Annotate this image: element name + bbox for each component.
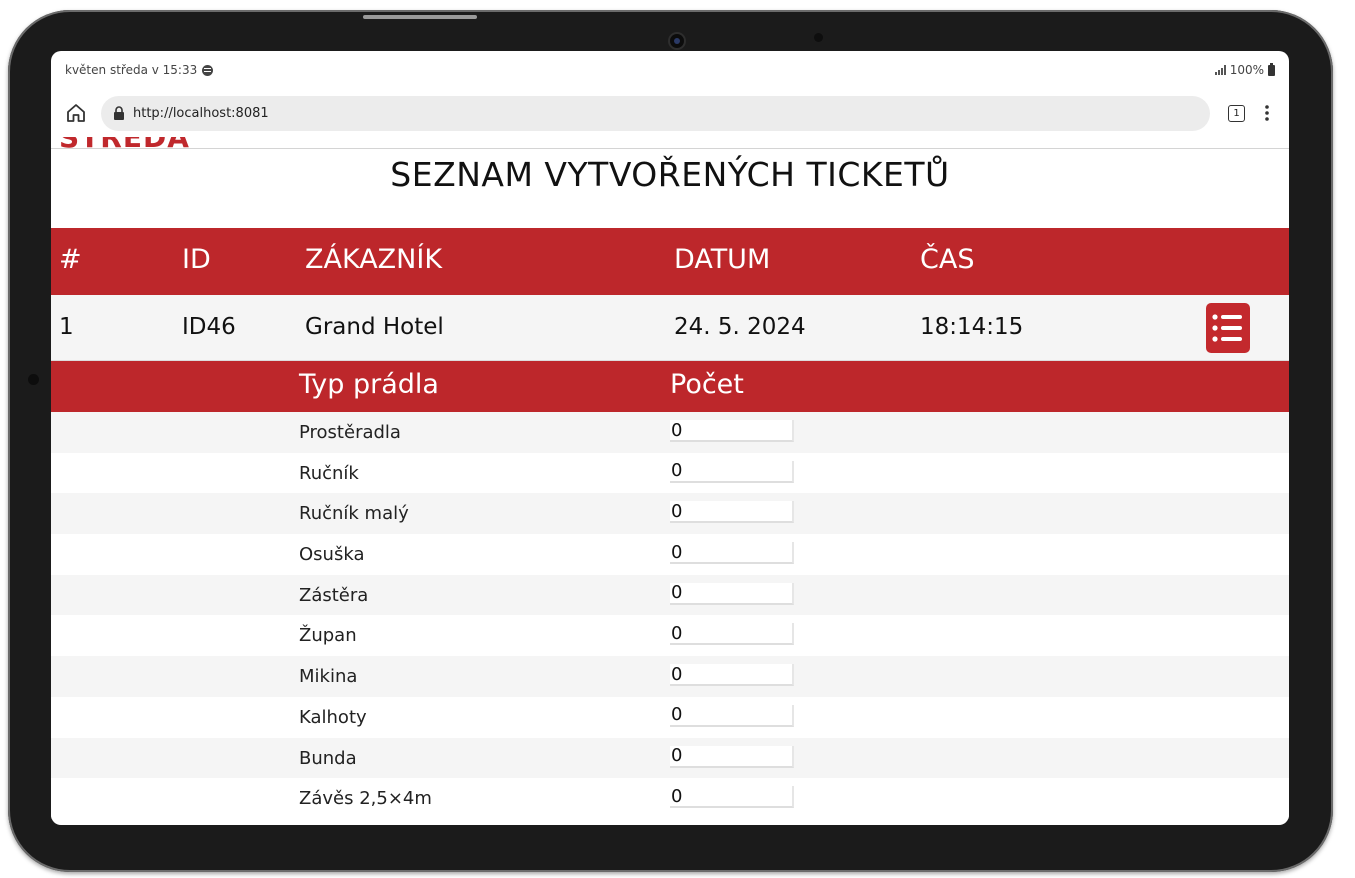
list-icon bbox=[1212, 314, 1242, 342]
row-customer: Grand Hotel bbox=[305, 314, 444, 340]
browser-toolbar: http://localhost:8081 1 bbox=[51, 89, 1289, 137]
column-header-index: # bbox=[59, 244, 82, 275]
browser-menu-button[interactable] bbox=[1257, 100, 1277, 126]
more-vertical-icon bbox=[1265, 105, 1269, 121]
home-button[interactable] bbox=[63, 100, 89, 126]
column-header-time: ČAS bbox=[920, 244, 975, 275]
lock-icon bbox=[114, 106, 124, 120]
detail-header-count: Počet bbox=[670, 369, 744, 400]
column-header-id: ID bbox=[182, 244, 211, 275]
battery-percent: 100% bbox=[1229, 63, 1264, 77]
row-index: 1 bbox=[59, 314, 74, 340]
spotify-icon bbox=[202, 64, 214, 76]
list-item: Bunda bbox=[51, 737, 1289, 779]
detail-table-header: Typ prádla Počet bbox=[51, 361, 1289, 412]
status-time: květen středa v 15:33 bbox=[65, 63, 198, 77]
quantity-input[interactable] bbox=[670, 704, 794, 727]
item-label: Mikina bbox=[299, 666, 358, 688]
front-camera bbox=[670, 34, 684, 48]
quantity-input[interactable] bbox=[670, 745, 794, 768]
item-label: Závěs 2,5×4m bbox=[299, 788, 432, 810]
section-divider bbox=[51, 148, 1289, 149]
quantity-input[interactable] bbox=[670, 582, 794, 605]
quantity-input[interactable] bbox=[670, 460, 794, 483]
list-item: Mikina bbox=[51, 656, 1289, 697]
status-bar: květen středa v 15:33 100% bbox=[51, 51, 1289, 89]
quantity-input[interactable] bbox=[670, 501, 794, 524]
list-item: Ručník bbox=[51, 452, 1289, 494]
list-item: Kalhoty bbox=[51, 696, 1289, 738]
quantity-input[interactable] bbox=[670, 786, 794, 809]
page-title: SEZNAM VYTVOŘENÝCH TICKETŮ bbox=[390, 155, 950, 194]
home-icon bbox=[67, 104, 85, 122]
item-label: Ručník malý bbox=[299, 503, 409, 525]
url-text: http://localhost:8081 bbox=[133, 105, 269, 121]
list-item: Ručník malý bbox=[51, 493, 1289, 535]
list-item: Prostěradla bbox=[51, 412, 1289, 453]
signal-icon bbox=[1214, 65, 1226, 75]
table-row: 1 ID46 Grand Hotel 24. 5. 2024 18:14:15 bbox=[51, 295, 1289, 361]
item-label: Ručník bbox=[299, 462, 359, 484]
quantity-input[interactable] bbox=[670, 420, 794, 442]
item-label: Župan bbox=[299, 625, 357, 647]
item-label: Prostěradla bbox=[299, 422, 401, 443]
quantity-input[interactable] bbox=[670, 623, 794, 646]
item-label: Bunda bbox=[299, 747, 357, 769]
list-item: Župan bbox=[51, 615, 1289, 657]
detail-header-type: Typ prádla bbox=[299, 369, 439, 400]
address-bar[interactable]: http://localhost:8081 bbox=[101, 95, 1210, 131]
battery-icon bbox=[1268, 62, 1275, 76]
page-content: STŘEDA SEZNAM VYTVOŘENÝCH TICKETŮ # ID Z… bbox=[51, 137, 1289, 825]
ticket-detail-button[interactable] bbox=[1206, 303, 1250, 353]
previous-section-heading: STŘEDA bbox=[59, 137, 190, 154]
column-header-customer: ZÁKAZNÍK bbox=[305, 244, 443, 275]
laundry-items-list: Prostěradla Ručník Ručník malý Osuška Zá… bbox=[51, 412, 1289, 819]
quantity-input[interactable] bbox=[670, 542, 794, 565]
item-label: Zástěra bbox=[299, 584, 369, 606]
light-sensor bbox=[814, 33, 823, 42]
list-item: Zástěra bbox=[51, 574, 1289, 616]
list-item: Závěs 2,5×4m bbox=[51, 778, 1289, 819]
tablet-screen: květen středa v 15:33 100% http://localh… bbox=[51, 51, 1289, 825]
item-label: Kalhoty bbox=[299, 706, 367, 728]
power-button bbox=[363, 15, 477, 19]
column-header-date: DATUM bbox=[674, 244, 771, 275]
side-sensor bbox=[28, 374, 39, 385]
row-date: 24. 5. 2024 bbox=[674, 314, 806, 340]
row-time: 18:14:15 bbox=[920, 314, 1024, 340]
quantity-input[interactable] bbox=[670, 664, 794, 687]
row-id: ID46 bbox=[182, 314, 236, 340]
tickets-table-header: # ID ZÁKAZNÍK DATUM ČAS bbox=[51, 228, 1289, 295]
item-label: Osuška bbox=[299, 544, 365, 566]
tab-switcher-button[interactable]: 1 bbox=[1228, 104, 1245, 122]
list-item: Osuška bbox=[51, 534, 1289, 575]
